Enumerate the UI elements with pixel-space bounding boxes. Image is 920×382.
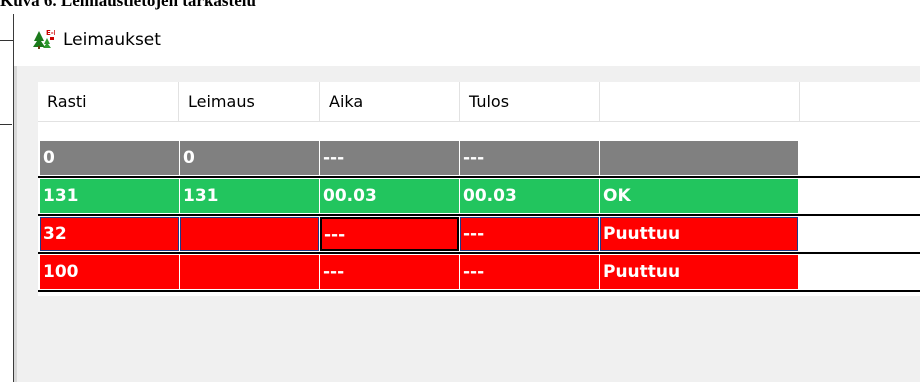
leimaukset-window: E-R Leimaukset Rasti Leimaus Aika Tulos … — [13, 14, 920, 382]
column-header-rasti[interactable]: Rasti — [38, 82, 179, 122]
cell-rasti[interactable]: 32 — [40, 217, 179, 251]
cell-status[interactable]: OK — [600, 179, 798, 213]
svg-text:E-R: E-R — [46, 29, 55, 37]
cell-status[interactable]: Puuttuu — [600, 255, 798, 289]
cell-leimaus[interactable]: 131 — [180, 179, 319, 213]
window-left-accent — [14, 66, 17, 382]
table-row[interactable]: 131 131 00.03 00.03 OK — [38, 178, 920, 216]
cell-leimaus[interactable] — [180, 255, 319, 289]
cell-status[interactable]: Puuttuu — [600, 217, 798, 251]
cell-tulos[interactable]: --- — [460, 255, 599, 289]
cell-rasti[interactable]: 0 — [40, 141, 179, 175]
window-titlebar[interactable]: E-R Leimaukset — [14, 14, 920, 66]
cell-aika[interactable]: --- — [320, 141, 459, 175]
column-header-tulos[interactable]: Tulos — [460, 82, 600, 122]
document-caption: Kuva 6. Leimaustietojen tarkastelu — [0, 0, 256, 10]
cell-tulos[interactable]: --- — [460, 141, 599, 175]
column-header-leimaus[interactable]: Leimaus — [179, 82, 320, 122]
column-header-status[interactable] — [600, 82, 800, 122]
cell-rasti[interactable]: 131 — [40, 179, 179, 213]
table-row[interactable]: 0 0 --- --- — [38, 140, 920, 178]
cell-aika[interactable]: --- — [320, 217, 459, 251]
cell-rasti[interactable]: 100 — [40, 255, 179, 289]
cell-aika[interactable]: --- — [320, 255, 459, 289]
column-header-aika[interactable]: Aika — [320, 82, 460, 122]
doc-left-line — [0, 124, 12, 125]
cell-tulos[interactable]: --- — [460, 217, 599, 251]
table-row[interactable]: 100 --- --- Puuttuu — [38, 254, 920, 292]
leimaus-trees-icon: E-R — [33, 29, 55, 49]
cell-leimaus[interactable] — [180, 217, 319, 251]
table-row[interactable]: 32 --- --- Puuttuu — [38, 216, 920, 254]
doc-left-line — [0, 40, 14, 41]
leimaukset-grid: Rasti Leimaus Aika Tulos 0 0 --- --- 131… — [38, 82, 920, 296]
cell-status[interactable] — [600, 141, 798, 175]
column-header-filler — [800, 82, 920, 122]
row-separator — [38, 290, 920, 292]
cell-tulos[interactable]: 00.03 — [460, 179, 599, 213]
cell-aika[interactable]: 00.03 — [320, 179, 459, 213]
cell-leimaus[interactable]: 0 — [180, 141, 319, 175]
window-title: Leimaukset — [63, 30, 161, 50]
